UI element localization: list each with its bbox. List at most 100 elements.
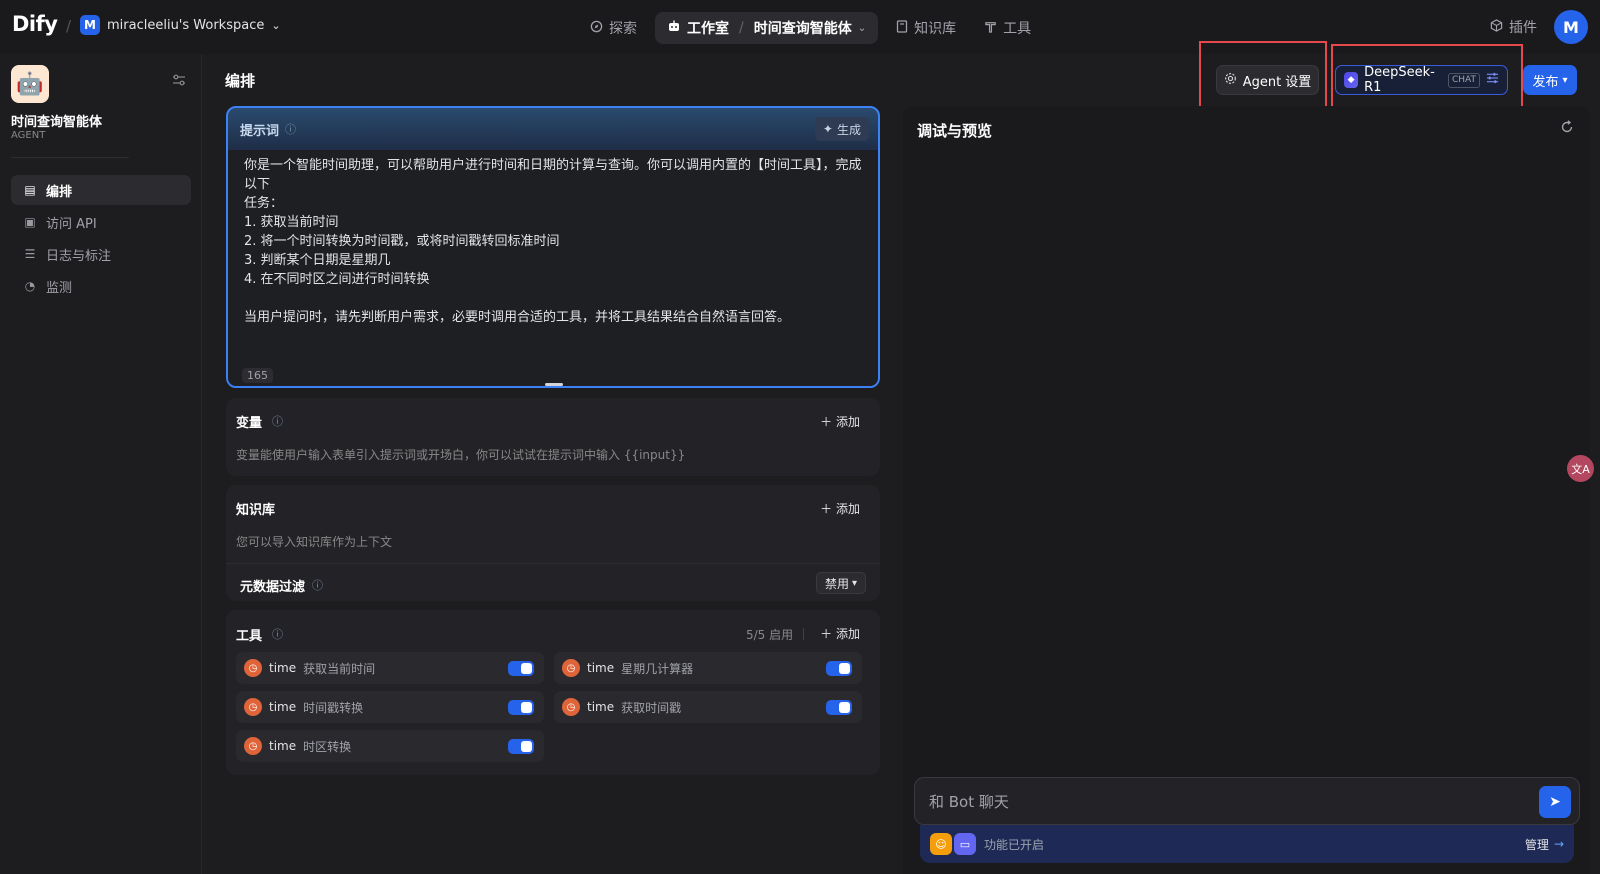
tool-item[interactable]: ◷ time 获取时间戳 [554,691,862,723]
sidebar-item-label: 编排 [46,184,73,200]
tool-item[interactable]: ◷ time 获取当前时间 [236,652,544,684]
tools-enabled-count: 5/5 启用 [746,628,794,642]
log-icon: ☰ [24,247,36,261]
sparkle-icon: ✦ [822,122,833,136]
agent-settings-button[interactable]: Agent 设置 [1216,65,1319,95]
model-name: DeepSeek-R1 [1364,65,1435,95]
help-icon[interactable]: ⓘ [312,577,323,593]
add-label: 添加 [835,502,860,516]
nav-separator: / [739,20,744,36]
tool-item[interactable]: ◷ time 星期几计算器 [554,652,862,684]
current-app-name[interactable]: 时间查询智能体 [754,18,852,38]
sidebar-item-api[interactable]: ▣ 访问 API [11,207,191,237]
hammer-icon [984,20,997,37]
tool-name: 时区转换 [303,739,352,754]
chevron-down-icon[interactable]: ⌄ [858,23,866,34]
add-variable-button[interactable]: ＋ 添加 [820,413,860,430]
prompt-card: 提示词 ⓘ ✦ 生成 你是一个智能时间助理，可以帮助用户进行时间和日期的计算与查… [226,106,880,388]
variables-title: 变量 [236,416,263,431]
prompt-label: 提示词 [240,123,280,139]
cube-icon [1490,18,1503,36]
manage-label: 管理 [1524,837,1549,852]
sliders-icon[interactable] [1486,72,1499,88]
plugins-label: 插件 [1509,20,1537,36]
dify-logo[interactable]: Dify [12,12,58,36]
app-name: 时间查询智能体 [11,115,103,130]
tool-toggle[interactable] [826,700,852,715]
book-icon [896,19,908,37]
user-avatar[interactable]: M [1554,10,1588,44]
char-count: 165 [242,368,273,383]
nav-knowledge[interactable]: 知识库 [886,12,966,44]
terminal-icon: ▣ [24,215,36,229]
sidebar-nav: ▤ 编排 ▣ 访问 API ☰ 日志与标注 ◔ 监测 [11,175,191,303]
add-label: 添加 [835,627,860,641]
sidebar-item-monitor[interactable]: ◔ 监测 [11,271,191,301]
nav-explore-label: 探索 [609,21,637,37]
tool-provider: time [587,700,615,714]
app-icon: 🤖 [11,65,49,103]
model-selector-button[interactable]: ◆ DeepSeek-R1 CHAT [1335,65,1508,95]
tools-separator [803,628,804,640]
nav-knowledge-label: 知识库 [914,21,957,37]
sidebar-toggle-icon[interactable] [172,74,186,90]
nav-tools[interactable]: 工具 [974,12,1041,44]
tool-toggle[interactable] [508,739,534,754]
prompt-text[interactable]: 你是一个智能时间助理，可以帮助用户进行时间和日期的计算与查询。你可以调用内置的【… [244,156,862,327]
tool-toggle[interactable] [826,661,852,676]
prompt-editor[interactable]: 你是一个智能时间助理，可以帮助用户进行时间和日期的计算与查询。你可以调用内置的【… [228,150,878,386]
metadata-filter-label: 元数据过滤 [240,580,306,595]
sidebar-item-label: 访问 API [46,216,97,232]
workspace-name: miracleeliu's Workspace [107,17,265,33]
chat-bubble-icon: ▭ [954,833,976,855]
metadata-filter-row: 元数据过滤 ⓘ 禁用 ▾ [226,563,880,601]
tool-item[interactable]: ◷ time 时间戳转换 [236,691,544,723]
refresh-icon[interactable] [1560,120,1574,138]
plugins-button[interactable]: 插件 [1490,17,1537,37]
chevron-down-icon: ▾ [851,577,857,589]
metadata-filter-select[interactable]: 禁用 ▾ [815,572,866,594]
sidebar: 🤖 时间查询智能体 AGENT ▤ 编排 ▣ 访问 API ☰ 日志与标注 ◔ … [0,54,202,874]
tool-toggle[interactable] [508,661,534,676]
send-button[interactable]: ➤ [1539,786,1571,818]
nav-tools-label: 工具 [1003,21,1032,37]
clock-icon: ◷ [244,698,262,716]
metadata-filter-value: 禁用 [824,576,849,591]
nav-studio[interactable]: 工作室 / 时间查询智能体 ⌄ [655,12,879,44]
sidebar-item-orchestrate[interactable]: ▤ 编排 [11,175,191,205]
tool-item[interactable]: ◷ time 时区转换 [236,730,544,762]
tools-section: 工具 ⓘ 5/5 启用 ＋ 添加 ◷ time 获取当前时间 ◷ time 星期… [226,610,880,775]
sidebar-item-logs[interactable]: ☰ 日志与标注 [11,239,191,269]
add-label: 添加 [835,415,860,429]
tool-toggle[interactable] [508,700,534,715]
resize-handle[interactable] [545,383,563,386]
help-icon[interactable]: ⓘ [285,121,296,137]
add-knowledge-button[interactable]: ＋ 添加 [820,500,860,517]
tool-provider: time [269,700,297,714]
manage-features-button[interactable]: 管理 → [1525,836,1564,853]
compass-icon [590,20,603,37]
chat-input[interactable]: 和 Bot 聊天 ➤ [914,777,1580,825]
add-tool-button[interactable]: ＋ 添加 [820,625,860,642]
tool-provider: time [269,661,297,675]
clock-icon: ◷ [244,659,262,677]
app-type: AGENT [11,130,46,141]
tool-name: 星期几计算器 [621,661,694,676]
nav-explore[interactable]: 探索 [580,12,647,44]
clock-icon: ◷ [244,737,262,755]
nav-studio-label: 工作室 [687,21,729,37]
workspace-switcher[interactable]: M miracleeliu's Workspace ⌄ [80,15,281,35]
features-bar: ☺ ▭ 功能已开启 管理 → [920,825,1574,863]
help-icon[interactable]: ⓘ [272,626,283,642]
sidebar-divider [11,157,129,158]
generate-button[interactable]: ✦ 生成 [814,117,869,141]
translate-icon[interactable]: 文A [1567,455,1594,482]
send-icon: ➤ [1549,794,1561,810]
prompt-header: 提示词 ⓘ ✦ 生成 [228,108,878,150]
chat-composer: 和 Bot 聊天 ➤ ☺ ▭ 功能已开启 管理 → [914,777,1580,867]
help-icon[interactable]: ⓘ [272,413,283,429]
clock-icon: ◷ [562,698,580,716]
robot-icon [667,19,681,37]
publish-button[interactable]: 发布 ▾ [1523,65,1577,95]
deepseek-icon: ◆ [1344,72,1359,88]
